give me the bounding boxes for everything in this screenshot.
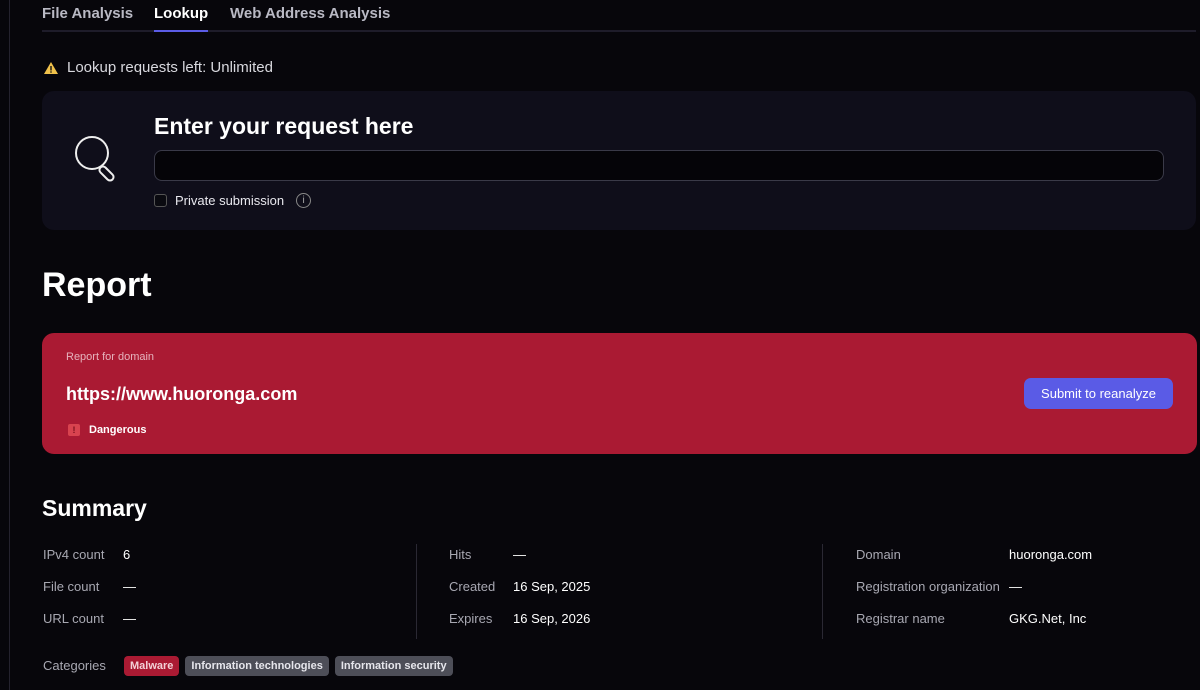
search-icon [75, 136, 115, 182]
field-value: GKG.Net, Inc [1009, 611, 1087, 626]
field-value: — [513, 547, 526, 562]
tab-file-analysis[interactable]: File Analysis [42, 5, 133, 30]
category-chip: Information security [334, 656, 453, 676]
warning-icon [44, 61, 58, 74]
request-input[interactable] [154, 150, 1164, 181]
category-chip: Information technologies [185, 656, 329, 676]
status-badge: ! Dangerous [68, 424, 146, 436]
field-value: 16 Sep, 2025 [513, 579, 591, 594]
report-heading: Report [42, 266, 152, 304]
danger-icon: ! [68, 424, 80, 436]
divider [822, 544, 823, 639]
private-submission-checkbox[interactable] [154, 194, 167, 207]
report-url: https://www.huoronga.com [66, 384, 298, 404]
lookup-warning: Lookup requests left: Unlimited [43, 59, 273, 76]
field-label: Domain [856, 547, 901, 562]
field-value: — [1009, 579, 1022, 594]
report-card: Report for domain https://www.huoronga.c… [42, 333, 1197, 454]
report-label: Report for domain [66, 351, 155, 363]
submit-reanalyze-button[interactable]: Submit to reanalyze [1024, 378, 1173, 409]
private-submission: Private submission i [154, 193, 312, 208]
tab-lookup[interactable]: Lookup [154, 5, 209, 32]
field-label: Registrar name [856, 611, 945, 626]
tab-web-address-analysis[interactable]: Web Address Analysis [230, 5, 390, 30]
warning-text: Lookup requests left: Unlimited [67, 59, 273, 76]
private-submission-label: Private submission [175, 193, 285, 208]
field-label: Expires [449, 611, 493, 626]
field-label: Created [449, 579, 496, 594]
field-label: IPv4 count [43, 547, 105, 562]
field-value: — [123, 579, 136, 594]
sidebar-border [9, 0, 10, 690]
categories-label: Categories [43, 658, 106, 673]
summary-heading: Summary [42, 495, 147, 521]
field-label: File count [43, 579, 100, 594]
field-value: 16 Sep, 2026 [513, 611, 591, 626]
field-label: Hits [449, 547, 472, 562]
tab-bar: File Analysis Lookup Web Address Analysi… [42, 0, 1196, 32]
info-icon[interactable]: i [296, 193, 312, 208]
field-label: Registration organization [856, 579, 1000, 594]
field-label: URL count [43, 611, 104, 626]
request-title: Enter your request here [154, 113, 414, 139]
status-text: Dangerous [89, 424, 147, 436]
category-chip: Malware [124, 656, 180, 676]
field-value: — [123, 611, 136, 626]
field-value: 6 [123, 547, 131, 562]
request-panel: Enter your request here Private submissi… [42, 91, 1196, 230]
divider [416, 544, 417, 639]
field-value: huoronga.com [1009, 547, 1093, 562]
